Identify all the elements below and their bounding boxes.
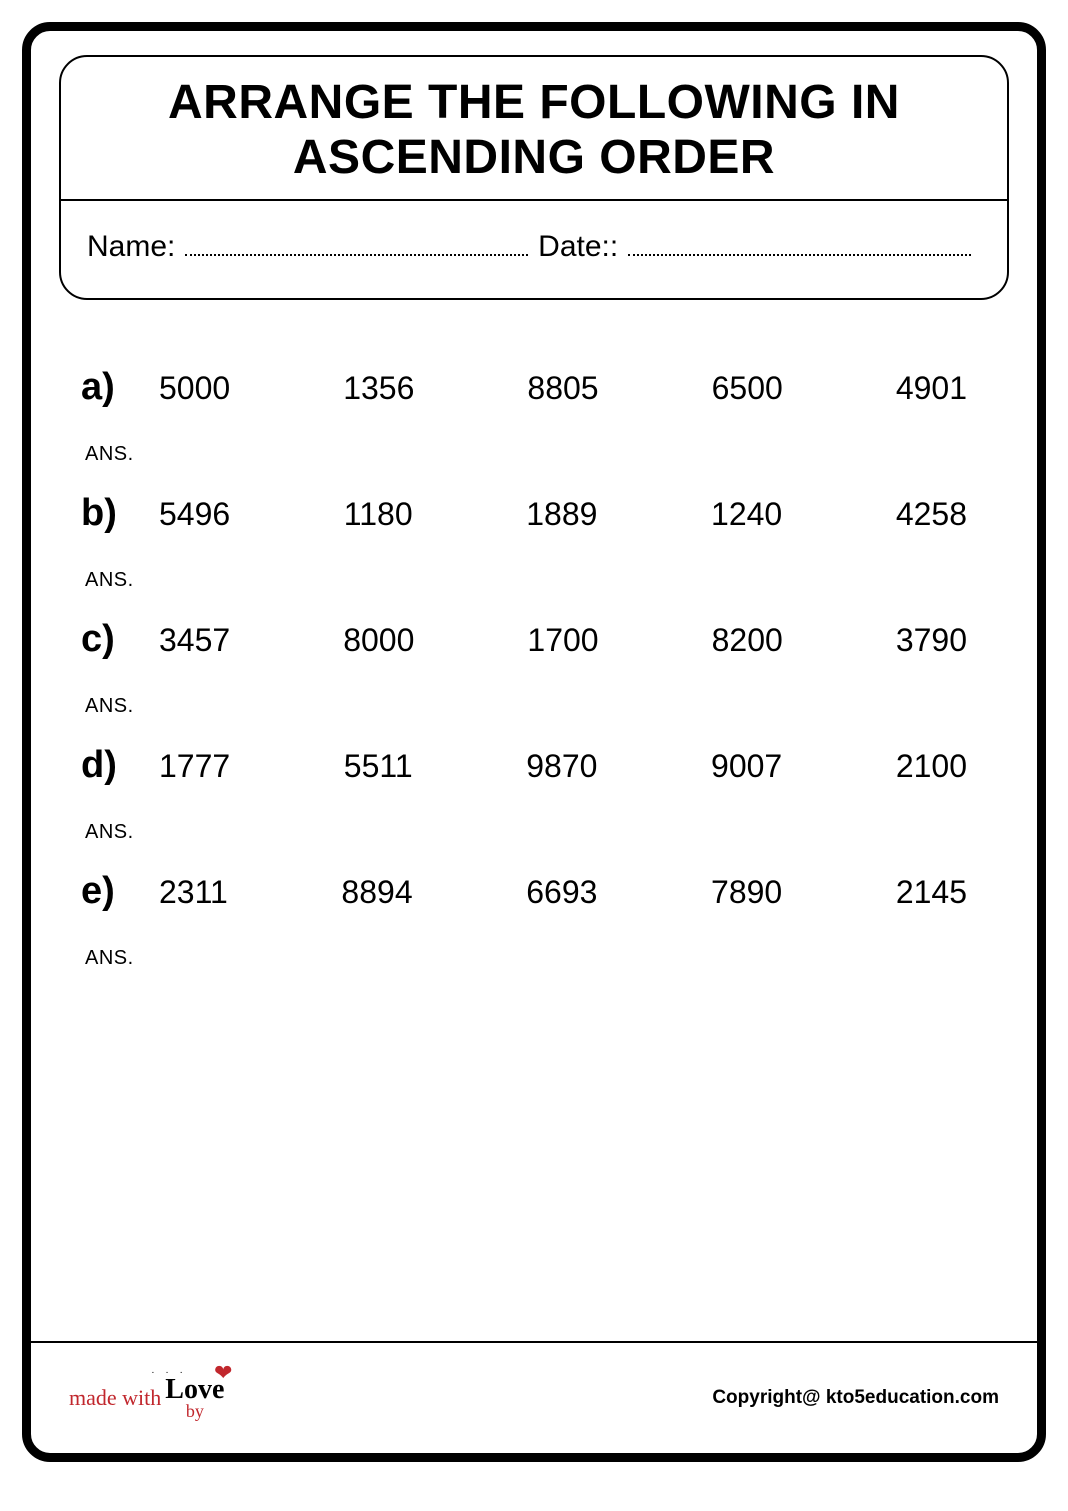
number: 1777 xyxy=(159,748,230,785)
question-label: d) xyxy=(81,744,151,787)
header-box: ARRANGE THE FOLLOWING IN ASCENDING ORDER… xyxy=(59,55,1009,300)
number: 8894 xyxy=(341,874,412,911)
by-text: by xyxy=(186,1402,204,1420)
question-numbers: 3457 8000 1700 8200 3790 xyxy=(159,622,987,659)
number: 4901 xyxy=(896,370,967,407)
number: 1180 xyxy=(344,496,413,533)
answer-label: ANS. xyxy=(85,443,987,466)
date-label: Date:: xyxy=(538,230,618,264)
answer-label: ANS. xyxy=(85,821,987,844)
worksheet-page: ARRANGE THE FOLLOWING IN ASCENDING ORDER… xyxy=(22,22,1046,1462)
question-label: c) xyxy=(81,618,151,661)
number: 9007 xyxy=(711,748,782,785)
love-wrap: · · · ❤ Love by xyxy=(165,1376,224,1420)
number: 2311 xyxy=(159,874,228,911)
number: 5511 xyxy=(344,748,413,785)
question-numbers: 1777 5511 9870 9007 2100 xyxy=(159,748,987,785)
answer-label: ANS. xyxy=(85,569,987,592)
title-line-2: ASCENDING ORDER xyxy=(293,131,775,184)
question-row: b) 5496 1180 1889 1240 4258 xyxy=(81,492,987,535)
heart-icon: ❤ xyxy=(214,1362,232,1384)
questions-area: a) 5000 1356 8805 6500 4901 ANS. b) 5496… xyxy=(31,300,1037,1341)
name-date-row: Name: Date:: xyxy=(61,201,1007,298)
number: 6500 xyxy=(712,370,783,407)
number: 5000 xyxy=(159,370,230,407)
number: 6693 xyxy=(526,874,597,911)
question-label: a) xyxy=(81,366,151,409)
title-line-1: ARRANGE THE FOLLOWING IN xyxy=(168,76,900,129)
number: 1356 xyxy=(343,370,414,407)
number: 4258 xyxy=(896,496,967,533)
question-row: e) 2311 8894 6693 7890 2145 xyxy=(81,870,987,913)
question-numbers: 2311 8894 6693 7890 2145 xyxy=(159,874,987,911)
number: 1240 xyxy=(711,496,782,533)
name-input-line[interactable] xyxy=(185,229,528,256)
question-numbers: 5496 1180 1889 1240 4258 xyxy=(159,496,987,533)
number: 3790 xyxy=(896,622,967,659)
question-numbers: 5000 1356 8805 6500 4901 xyxy=(159,370,987,407)
number: 2145 xyxy=(896,874,967,911)
number: 3457 xyxy=(159,622,230,659)
number: 5496 xyxy=(159,496,230,533)
date-input-line[interactable] xyxy=(628,229,971,256)
made-with-text: made with xyxy=(69,1385,161,1411)
number: 1889 xyxy=(526,496,597,533)
number: 2100 xyxy=(896,748,967,785)
number: 8200 xyxy=(712,622,783,659)
question-row: c) 3457 8000 1700 8200 3790 xyxy=(81,618,987,661)
number: 1700 xyxy=(527,622,598,659)
question-label: e) xyxy=(81,870,151,913)
dots-decoration: · · · xyxy=(151,1368,187,1378)
made-with-love-logo: made with · · · ❤ Love by xyxy=(69,1376,224,1420)
answer-label: ANS. xyxy=(85,695,987,718)
question-row: d) 1777 5511 9870 9007 2100 xyxy=(81,744,987,787)
answer-label: ANS. xyxy=(85,947,987,970)
footer: made with · · · ❤ Love by Copyright@ kto… xyxy=(31,1343,1037,1453)
number: 9870 xyxy=(526,748,597,785)
question-row: a) 5000 1356 8805 6500 4901 xyxy=(81,366,987,409)
number: 7890 xyxy=(711,874,782,911)
worksheet-title: ARRANGE THE FOLLOWING IN ASCENDING ORDER xyxy=(61,57,1007,199)
number: 8000 xyxy=(343,622,414,659)
question-label: b) xyxy=(81,492,151,535)
number: 8805 xyxy=(527,370,598,407)
copyright-text: Copyright@ kto5education.com xyxy=(712,1387,999,1409)
name-label: Name: xyxy=(87,230,175,264)
